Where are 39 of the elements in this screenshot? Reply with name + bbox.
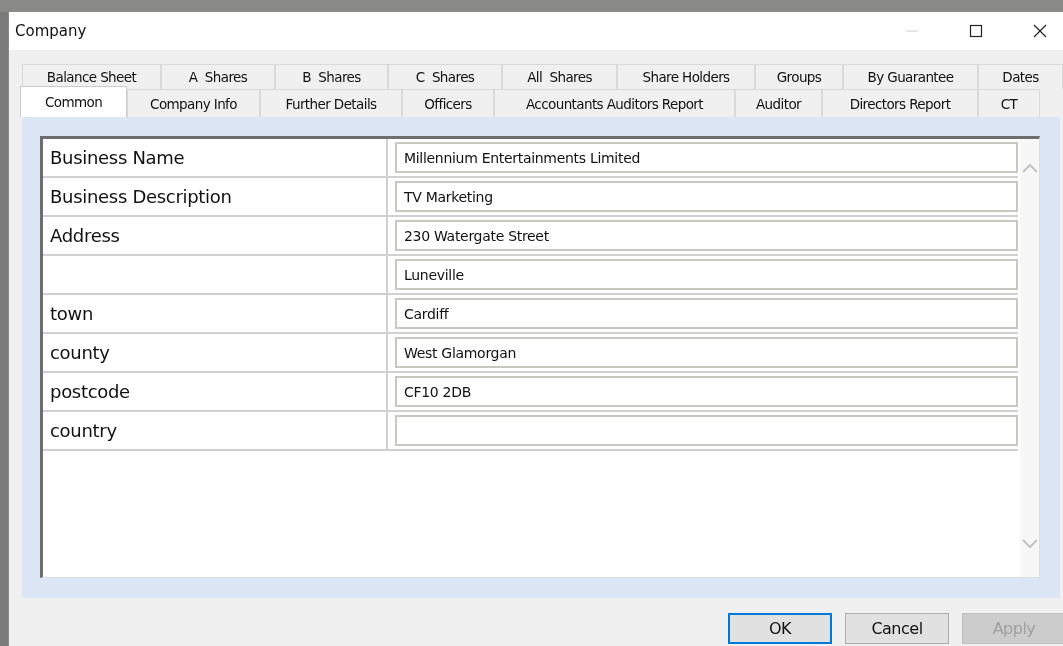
tab[interactable]: B Shares (275, 64, 388, 89)
scroll-up-icon[interactable] (1021, 163, 1038, 173)
tab[interactable]: Auditor (735, 89, 822, 117)
tab[interactable]: Dates (978, 64, 1063, 89)
window-title: Company (14, 22, 87, 40)
text-field[interactable] (395, 415, 1018, 446)
tab[interactable]: Share Holders (617, 64, 755, 89)
tab[interactable]: By Guarantee (843, 64, 978, 89)
tab[interactable]: Groups (755, 64, 843, 89)
tab[interactable]: All Shares (502, 64, 617, 89)
tab[interactable]: Further Details (260, 89, 402, 117)
text-field[interactable]: Millennium Entertainments Limited (395, 142, 1018, 173)
field-label: country (50, 420, 117, 441)
field-label: postcode (50, 381, 130, 402)
tab[interactable]: A Shares (161, 64, 275, 89)
tab[interactable]: Company Info (127, 89, 260, 117)
field-label: county (50, 342, 110, 363)
tab[interactable]: C Shares (388, 64, 502, 89)
tab[interactable]: CT (978, 89, 1040, 117)
text-field[interactable]: Cardiff (395, 298, 1018, 329)
text-field[interactable]: CF10 2DB (395, 376, 1018, 407)
text-field[interactable]: 230 Watergate Street (395, 220, 1018, 251)
maximize-icon[interactable] (969, 24, 983, 38)
field-label: Business Description (50, 186, 232, 207)
text-field[interactable]: Luneville (395, 259, 1018, 290)
scroll-down-icon[interactable] (1021, 539, 1038, 549)
text-field[interactable]: TV Marketing (395, 181, 1018, 212)
tab[interactable]: Officers (402, 89, 494, 117)
field-label: town (50, 303, 93, 324)
text-field[interactable]: West Glamorgan (395, 337, 1018, 368)
tab[interactable]: Common (20, 86, 127, 117)
close-icon[interactable] (1033, 24, 1047, 38)
tab[interactable]: Accountants Auditors Report (494, 89, 735, 117)
dialog-button[interactable]: OK (728, 613, 832, 644)
tab[interactable]: Directors Report (822, 89, 978, 117)
dialog-button[interactable]: Cancel (845, 613, 949, 644)
scrollbar[interactable] (1020, 139, 1039, 577)
field-label: Address (50, 225, 120, 246)
field-label: Business Name (50, 147, 185, 168)
